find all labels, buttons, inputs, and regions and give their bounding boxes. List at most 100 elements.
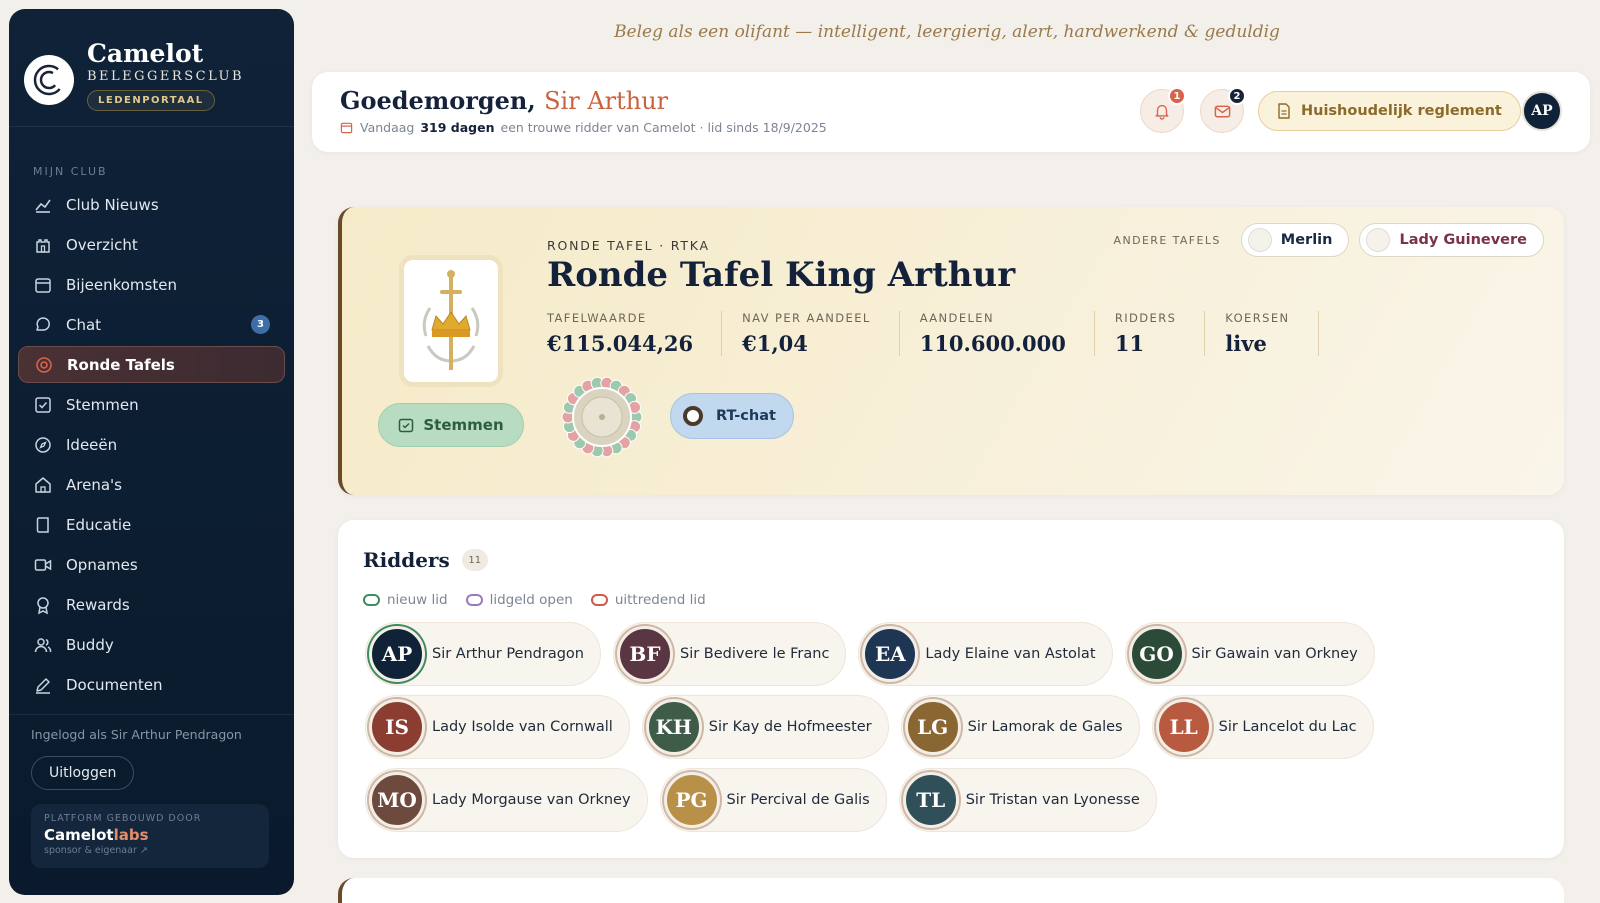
knight-avatar: AP [369,626,425,682]
nav-section-title: MIJN CLUB [33,165,108,178]
stat-koersen: KOERSEN live [1225,311,1319,356]
top-header: Goedemorgen, Sir Arthur Vandaag 319 dage… [312,72,1590,152]
sidebar-item-label: Rewards [66,595,130,614]
sidebar-item-label: Stemmen [66,395,139,414]
target-icon [34,355,54,375]
user-avatar[interactable]: AP [1522,91,1562,131]
knight-avatar: LL [1155,699,1212,755]
calendar-icon [33,275,53,295]
stemmen-button[interactable]: Stemmen [378,403,524,447]
sidebar-item-documenten[interactable]: Documenten [18,666,285,703]
knight-chip[interactable]: MO Lady Morgause van Orkney [365,768,648,832]
brand[interactable]: Camelot BELEGGERSCLUB LEDENPORTAAL [9,9,294,127]
knight-chip[interactable]: AP Sir Arthur Pendragon [365,622,601,686]
stat-value: 110.600.000 [919,331,1066,356]
knight-chip[interactable]: IS Lady Isolde van Cornwall [365,695,630,759]
table-title: Ronde Tafel King Arthur [547,255,1016,295]
knight-chip[interactable]: LL Sir Lancelot du Lac [1151,695,1374,759]
sidebar-item-idee-n[interactable]: Ideeën [18,426,285,463]
legend-uittredend-lid: uittredend lid [590,592,706,608]
messages-badge: 2 [1228,87,1246,105]
other-tables-label: ANDERE TAFELS [1113,233,1221,247]
sidebar-item-bijeenkomsten[interactable]: Bijeenkomsten [18,266,285,303]
sidebar-item-arena-s[interactable]: Arena's [18,466,285,503]
logged-in-label: Ingelogd als Sir Arthur Pendragon [31,727,242,742]
knight-chip[interactable]: GO Sir Gawain van Orkney [1124,622,1375,686]
platform-card[interactable]: PLATFORM GEBOUWD DOOR Camelotlabs sponso… [31,804,269,868]
knights-card: Ridders 11 nieuw lid lidgeld open uittrede… [338,520,1564,858]
bell-icon [1153,102,1171,120]
sidebar-item-chat[interactable]: Chat 3 [18,306,285,343]
knight-avatar: PG [663,772,720,828]
notifications-button[interactable]: 1 [1140,87,1186,133]
sidebar-item-label: Club Nieuws [66,195,159,214]
users-icon [33,635,53,655]
knight-chip[interactable]: TL Sir Tristan van Lyonesse [898,768,1157,832]
sidebar-item-opnames[interactable]: Opnames [18,546,285,583]
knight-avatar: IS [369,699,425,755]
stemmen-label: Stemmen [423,416,504,434]
knight-avatar: LG [904,699,961,755]
messages-button[interactable]: 2 [1200,87,1246,133]
calendar-icon [340,121,353,134]
sidebar-item-club-nieuws[interactable]: Club Nieuws [18,186,285,223]
knight-name: Sir Bedivere le Franc [679,646,830,662]
sidebar-item-educatie[interactable]: Educatie [18,506,285,543]
knight-avatar: BF [616,626,673,682]
chat-unread-badge: 3 [251,315,270,334]
knight-chip[interactable]: EA Lady Elaine van Astolat [858,622,1113,686]
rt-chat-button[interactable]: RT-chat [670,393,794,439]
legend-label: lidgeld open [489,592,573,608]
knight-name: Sir Percival de Galis [726,792,870,808]
chart-line-icon [33,195,53,215]
today-label: Vandaag [360,120,415,135]
knight-avatar: EA [862,626,919,682]
platform-sponsor-link[interactable]: sponsor & eigenaar ↗ [44,845,256,856]
knight-avatar: GO [1128,626,1185,682]
sidebar-item-rewards[interactable]: Rewards [18,586,285,623]
knights-title: Ridders [363,548,450,572]
sidebar-item-stemmen[interactable]: Stemmen [18,386,285,423]
round-table-wheel-icon [560,375,644,463]
knights-legend: nieuw lid lidgeld open uittredend lid [363,592,724,608]
knight-chip[interactable]: BF Sir Bedivere le Franc [612,622,847,686]
sword-crown-crest-icon [416,266,486,376]
chat-status-icon [683,406,703,426]
knight-name: Sir Arthur Pendragon [432,646,584,662]
sidebar-item-buddy[interactable]: Buddy [18,626,285,663]
days-count: 319 dagen [420,120,495,135]
sidebar-item-overzicht[interactable]: Overzicht [18,226,285,263]
castle-icon [33,235,53,255]
stat-value: 11 [1114,331,1145,356]
stat-label: AANDELEN [919,311,994,325]
knight-name: Lady Isolde van Cornwall [432,719,613,735]
rt-chat-label: RT-chat [716,408,776,424]
legend-swatch [363,594,380,606]
compass-icon [33,435,53,455]
other-table-merlin[interactable]: Merlin [1240,223,1350,257]
knight-chip[interactable]: LG Sir Lamorak de Gales [900,695,1140,759]
legend-swatch [590,594,608,606]
knight-avatar: MO [369,772,425,828]
other-table-label: Merlin [1280,232,1333,248]
other-table-lady-guinevere[interactable]: Lady Guinevere [1359,223,1544,257]
stat-value: live [1225,331,1267,356]
knight-chip[interactable]: KH Sir Kay de Hofmeester [641,695,889,759]
sidebar-item-ronde-tafels[interactable]: Ronde Tafels [18,346,285,383]
knight-name: Sir Kay de Hofmeester [708,719,872,735]
book-icon [33,515,53,535]
knight-name: Lady Morgause van Orkney [432,792,631,808]
logout-button[interactable]: Uitloggen [31,756,135,790]
knight-chip[interactable]: PG Sir Percival de Galis [659,768,887,832]
membership-info: Vandaag 319 dagen een trouwe ridder van … [340,120,827,135]
legend-lidgeld-open: lidgeld open [465,592,573,608]
stat-label: RIDDERS [1114,311,1177,325]
sidebar-item-label: Opnames [66,555,138,574]
portal-badge: LEDENPORTAAL [87,89,215,111]
sidebar-item-label: Ideeën [66,435,118,454]
pen-icon [33,675,53,695]
house-rules-button[interactable]: Huishoudelijk reglement [1258,91,1521,131]
knights-row: AP Sir Arthur Pendragon BF Sir Bedivere le … [365,622,1545,686]
motto: Beleg als een olifant — intelligent, lee… [614,22,1280,42]
knights-count: 11 [461,549,488,571]
